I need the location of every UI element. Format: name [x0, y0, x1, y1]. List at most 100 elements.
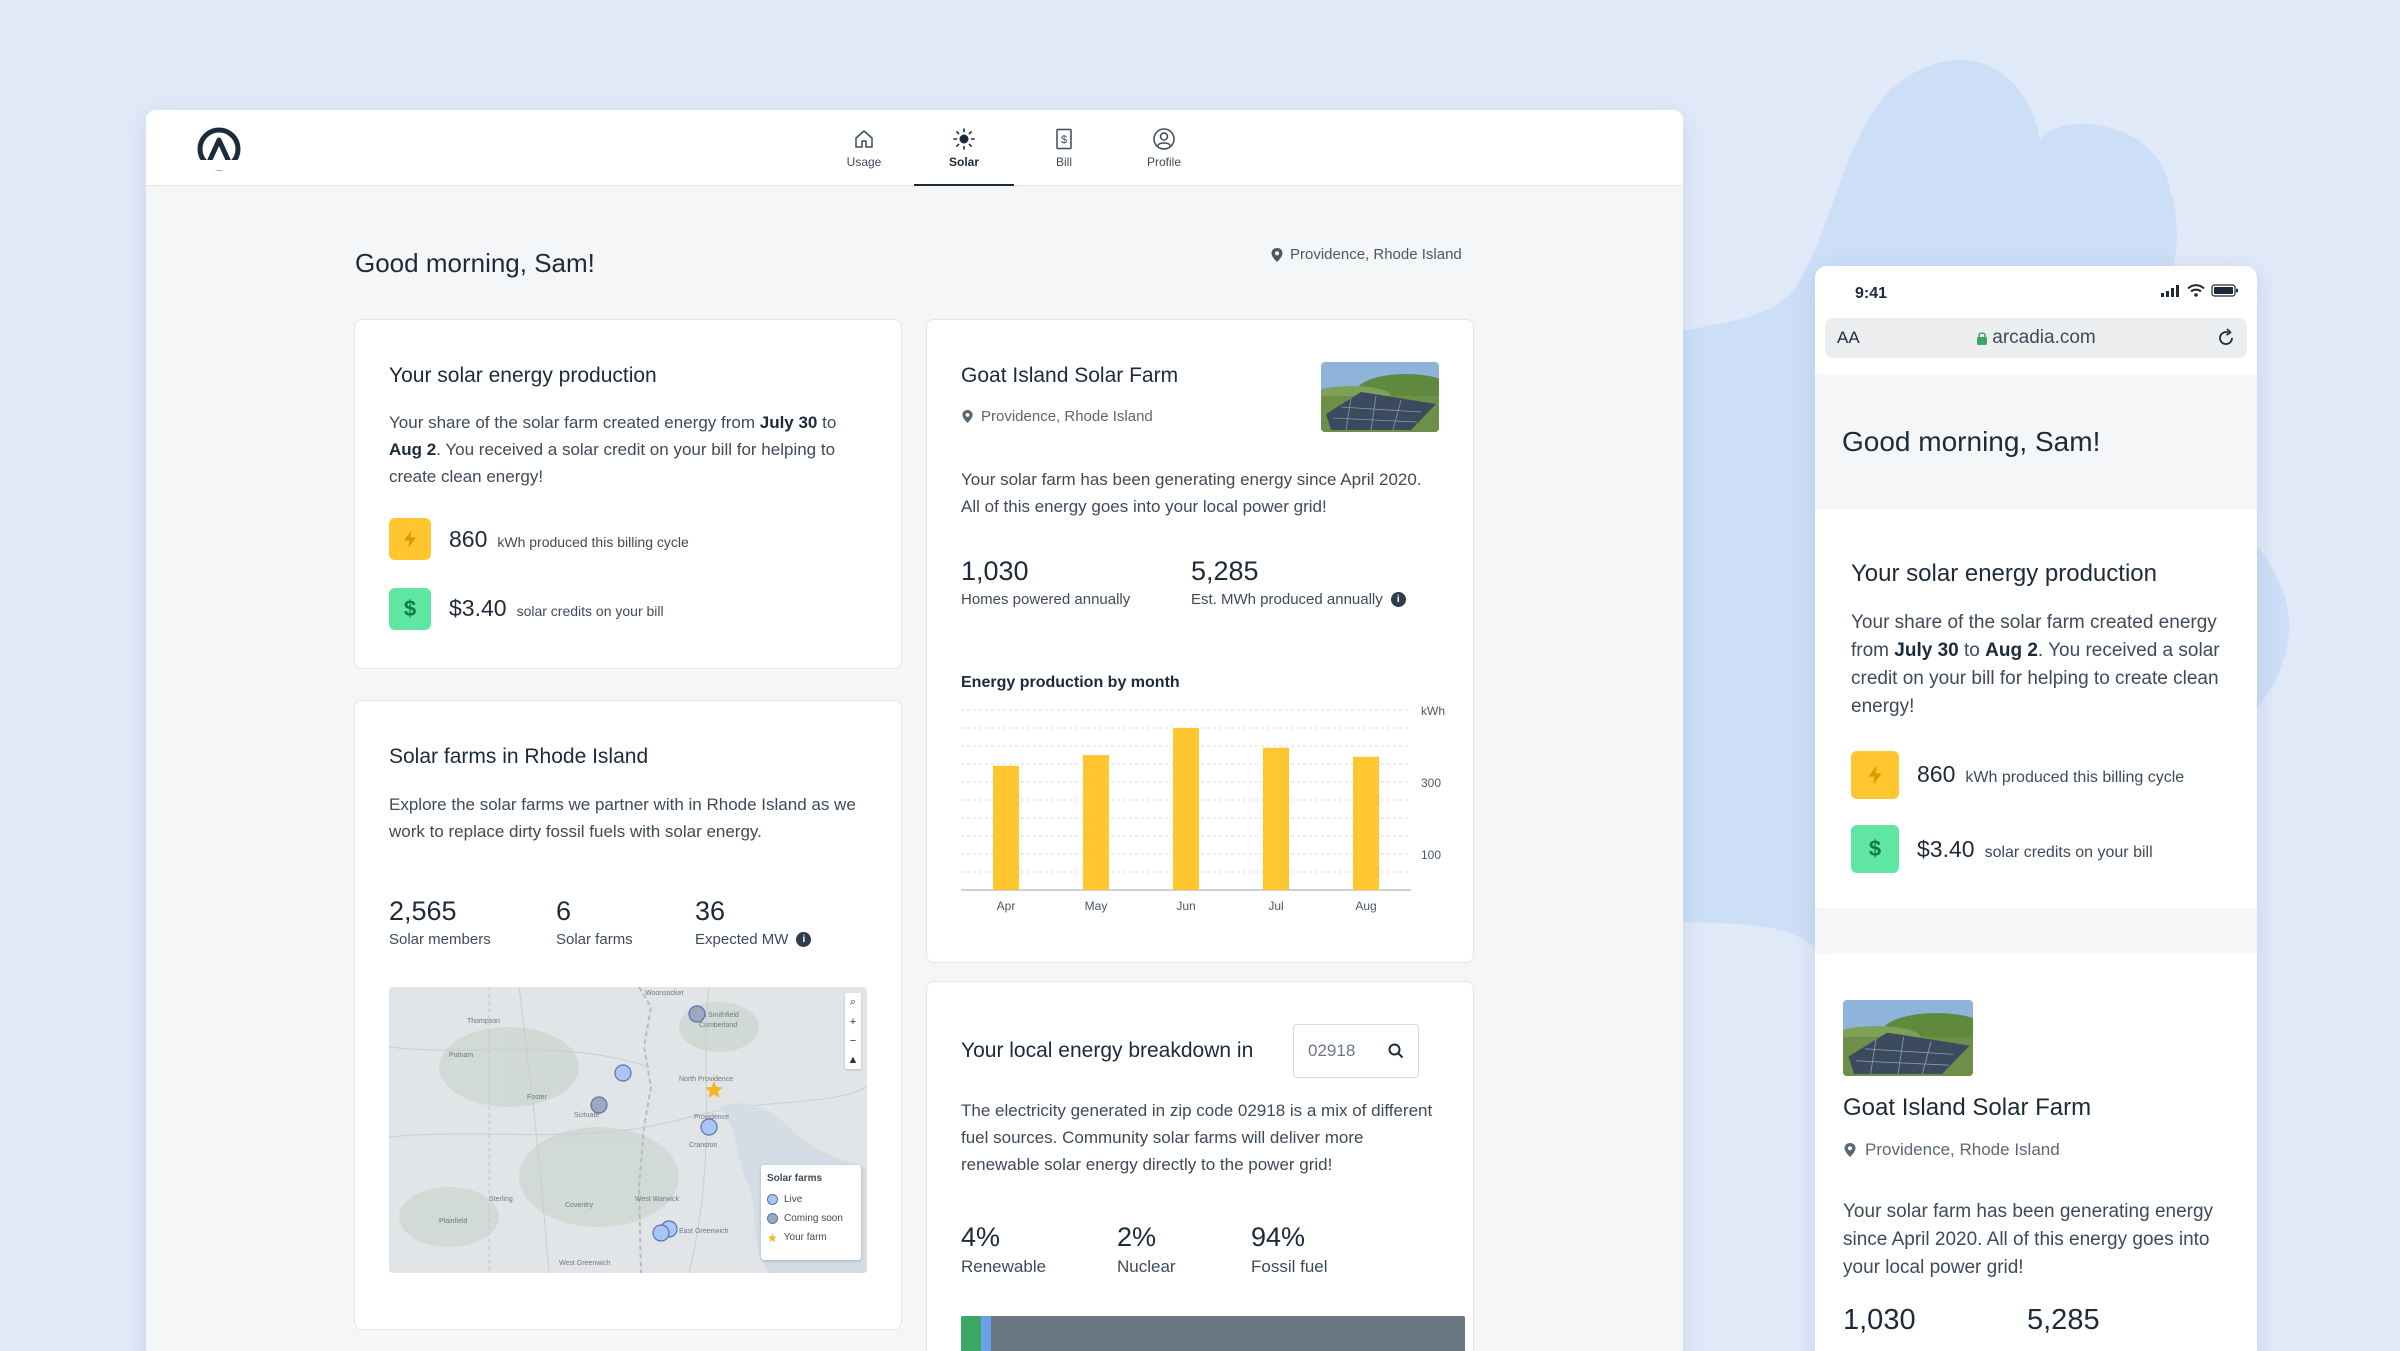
- end-date: Aug 2: [1985, 640, 2038, 661]
- production-intro-text: Your share of the solar farm created ene…: [389, 413, 760, 432]
- map-place-label: North Providence: [679, 1076, 733, 1083]
- text-size-button[interactable]: AA: [1837, 328, 1860, 348]
- stat-value: 36: [695, 896, 726, 926]
- x-tick-label: Jul: [1268, 899, 1283, 913]
- mobile-production-description: Your share of the solar farm created ene…: [1851, 609, 2221, 721]
- x-tick-label: Apr: [997, 899, 1016, 913]
- zip-code-input[interactable]: 02918: [1293, 1024, 1419, 1078]
- legend-title: Solar farms: [767, 1173, 823, 1184]
- mix-segment: [981, 1316, 992, 1351]
- sun-icon: [953, 128, 975, 150]
- stat-label-wrap: Expected MW i: [695, 931, 812, 948]
- tab-bill[interactable]: $ Bill: [1014, 110, 1114, 186]
- zoom-out-button[interactable]: −: [850, 1035, 856, 1047]
- mwh-label-wrap: Est. MWh produced annually i: [1191, 591, 1406, 608]
- energy-mix-bar: [961, 1316, 1465, 1351]
- mobile-preview: 9:41 AA arcadia.com Good morning, Sam! Y…: [1815, 266, 2257, 1351]
- map-marker-live[interactable]: [700, 1118, 718, 1136]
- energy-breakdown-card: Your local energy breakdown in 02918 The…: [926, 981, 1474, 1351]
- stat-label: Solar members: [389, 931, 491, 948]
- legend-item-live: Live: [767, 1190, 855, 1209]
- info-icon[interactable]: i: [1390, 592, 1406, 607]
- status-bar: 9:41: [1815, 266, 2257, 318]
- address-bar[interactable]: AA arcadia.com: [1825, 318, 2247, 358]
- mwh-value: 5,285: [1191, 556, 1259, 586]
- farms-ri-description: Explore the solar farms we partner with …: [389, 795, 856, 841]
- profile-icon: [1153, 128, 1175, 150]
- mobile-stat-mwh: 5,285: [2027, 1304, 2100, 1337]
- mobile-production-title: Your solar energy production: [1851, 560, 2157, 587]
- location-text: Providence, Rhode Island: [1290, 246, 1462, 263]
- map-marker-coming-soon[interactable]: [688, 1005, 706, 1023]
- mobile-greeting: Good morning, Sam!: [1842, 426, 2101, 457]
- farm-location-text: Providence, Rhode Island: [1865, 1140, 2060, 1159]
- map-marker-live[interactable]: [614, 1064, 632, 1082]
- start-date: July 30: [759, 413, 818, 432]
- solar-production-card: Your solar energy production Your share …: [354, 319, 902, 669]
- dollar-icon: $: [1851, 825, 1899, 873]
- tab-solar-label: Solar: [948, 155, 979, 169]
- end-date: Aug 2: [389, 440, 437, 459]
- mwh-label: Est. MWh produced annually: [1191, 591, 1383, 608]
- tab-usage-label: Usage: [846, 155, 882, 169]
- map-marker-live[interactable]: [652, 1224, 670, 1242]
- solar-farms-map[interactable]: Woonsocket North Smithfield Cumberland P…: [389, 987, 867, 1273]
- tab-usage[interactable]: Usage: [814, 110, 914, 186]
- info-icon[interactable]: i: [796, 932, 812, 947]
- farm-location: Providence, Rhode Island: [961, 408, 1153, 425]
- reload-icon[interactable]: [2215, 327, 2237, 349]
- stat-expected-mw: 36 Expected MW i: [695, 896, 812, 948]
- production-outro-text: . You received a solar credit on your bi…: [389, 440, 836, 486]
- lightning-icon: [389, 518, 431, 560]
- stat-label: Expected MW: [695, 931, 789, 948]
- location-pin-icon: [962, 410, 973, 423]
- compass-icon[interactable]: ▲: [848, 1054, 859, 1066]
- browser-bar: AA arcadia.com: [1815, 318, 2257, 374]
- zoom-in-button[interactable]: +: [850, 1016, 856, 1028]
- map-place-label: West Greenwich: [559, 1260, 610, 1267]
- y-tick-label: 300: [1421, 776, 1441, 790]
- chart-bar: [1353, 756, 1379, 890]
- map-place-label: Cranston: [689, 1142, 718, 1149]
- svg-text:$: $: [1061, 134, 1067, 146]
- mwh-value: 5,285: [2027, 1304, 2100, 1336]
- credit-value: $3.40: [449, 595, 507, 621]
- mix-nuclear: 2% Nuclear: [1117, 1222, 1176, 1277]
- kwh-value: 860: [449, 526, 488, 552]
- chart-bar: [1083, 755, 1109, 890]
- mobile-stat-homes: 1,030: [1843, 1304, 1916, 1337]
- legend-item-your-farm: ★ Your farm: [767, 1228, 855, 1247]
- tab-solar[interactable]: Solar: [914, 110, 1014, 186]
- status-time: 9:41: [1855, 285, 1888, 302]
- mobile-farm-location: Providence, Rhode Island: [1843, 1140, 2060, 1160]
- arcadia-logo[interactable]: [196, 126, 242, 172]
- legend-coming-soon-icon: [767, 1213, 778, 1224]
- breakdown-description: The electricity generated in zip code 02…: [961, 1101, 1433, 1174]
- mix-label: Nuclear: [1117, 1257, 1176, 1276]
- map-zoom-controls[interactable]: ⌕ + − ▲: [845, 993, 861, 1069]
- legend-label: Live: [784, 1194, 803, 1205]
- y-tick-label: 100: [1421, 848, 1441, 862]
- chart-bar: [1173, 728, 1199, 890]
- solar-farm-photo: [1321, 362, 1439, 432]
- tab-profile[interactable]: Profile: [1114, 110, 1214, 186]
- kwh-value: 860: [1917, 761, 1956, 787]
- stat-value: 2,565: [389, 896, 457, 926]
- search-icon[interactable]: [1388, 1043, 1404, 1059]
- farm-name: Goat Island Solar Farm: [961, 364, 1179, 387]
- mobile-farm-name: Goat Island Solar Farm: [1843, 1094, 2092, 1121]
- credit-stat: $3.40 solar credits on your bill: [449, 595, 664, 622]
- mix-segment: [991, 1316, 1465, 1351]
- map-legend: Solar farms Live Coming soon ★ Your farm: [761, 1165, 861, 1260]
- location-pin-icon: [1844, 1143, 1856, 1157]
- map-marker-coming-soon[interactable]: [590, 1096, 608, 1114]
- map-place-label: Woonsocket: [645, 990, 683, 997]
- map-place-label: Cumberland: [699, 1022, 737, 1029]
- mobile-farm-description: Your solar farm has been generating ener…: [1843, 1201, 2214, 1278]
- map-search-icon[interactable]: ⌕: [850, 996, 856, 1009]
- map-place-label: Thompson: [467, 1018, 500, 1025]
- zip-code-value: 02918: [1308, 1041, 1356, 1060]
- dollar-icon: $: [389, 588, 431, 630]
- battery-icon: [2211, 284, 2238, 297]
- greeting-heading: Good morning, Sam!: [355, 248, 595, 278]
